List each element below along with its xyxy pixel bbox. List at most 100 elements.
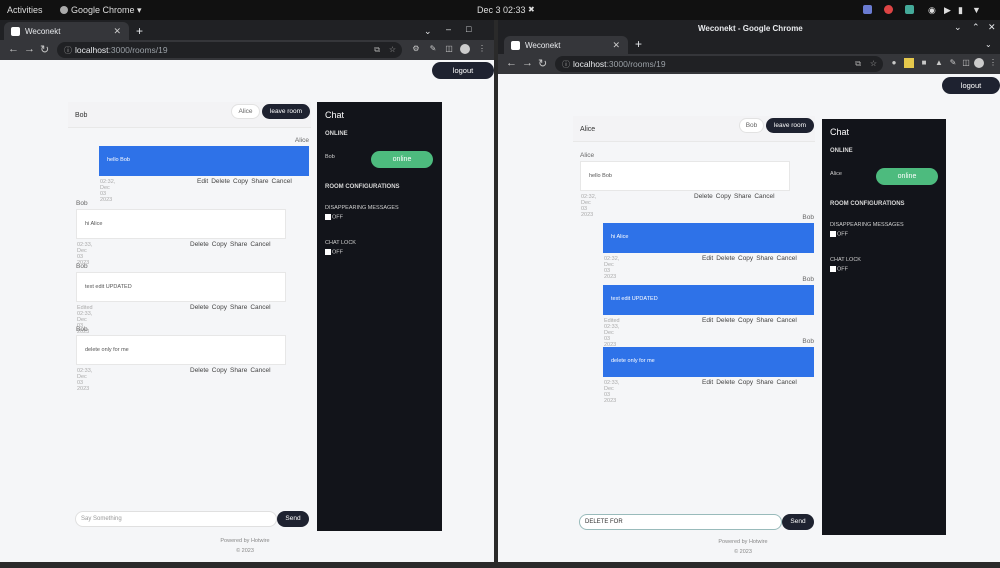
message-bubble[interactable]: hi Alice — [603, 223, 814, 253]
cancel-message-button[interactable]: Cancel — [777, 379, 797, 386]
share-message-button[interactable]: Share — [251, 178, 268, 185]
message-bubble[interactable]: text edit UPDATED — [603, 285, 814, 315]
share-message-button[interactable]: Share — [230, 367, 247, 374]
chat-lock-toggle[interactable]: OFF — [325, 249, 343, 255]
cancel-message-button[interactable]: Cancel — [250, 304, 270, 311]
maximize-icon[interactable]: □ — [466, 24, 471, 34]
forward-icon[interactable]: → — [24, 43, 35, 55]
share-icon[interactable]: ⧉ — [374, 45, 380, 55]
edit-message-button[interactable]: Edit — [197, 178, 208, 185]
message-bubble[interactable]: delete only for me — [76, 335, 286, 365]
close-window-icon[interactable]: ✕ — [988, 22, 996, 33]
delete-message-button[interactable]: Delete — [190, 304, 209, 311]
message-bubble[interactable]: hello Bob — [99, 146, 309, 176]
message-bubble[interactable]: delete only for me — [603, 347, 814, 377]
extension-yellow-icon[interactable] — [904, 58, 914, 68]
forward-icon[interactable]: → — [522, 57, 533, 69]
app-menu[interactable]: Google Chrome ▾ — [71, 5, 142, 16]
back-icon[interactable]: ← — [506, 57, 517, 69]
close-tab-icon[interactable]: ✕ — [612, 40, 620, 51]
checkbox[interactable] — [325, 249, 331, 255]
cancel-message-button[interactable]: Cancel — [777, 255, 797, 262]
extension-icon[interactable]: ● — [889, 58, 899, 68]
message-bubble[interactable]: hello Bob — [580, 161, 790, 191]
online-status-button[interactable]: online — [371, 151, 433, 168]
wifi-icon[interactable]: ◉ — [928, 5, 936, 16]
site-info-icon[interactable]: ⓘ — [562, 59, 570, 70]
delete-message-button[interactable]: Delete — [211, 178, 230, 185]
leave-room-button[interactable]: leave room — [766, 118, 814, 133]
copy-message-button[interactable]: Copy — [212, 304, 227, 311]
copy-message-button[interactable]: Copy — [738, 255, 753, 262]
edit-message-button[interactable]: Edit — [702, 379, 713, 386]
bookmark-star-icon[interactable]: ☆ — [389, 45, 396, 54]
tab-weconekt[interactable]: Weconekt ✕ — [504, 36, 628, 54]
extension-icon[interactable]: ■ — [919, 58, 929, 68]
copy-message-button[interactable]: Copy — [738, 379, 753, 386]
delete-message-button[interactable]: Delete — [716, 379, 735, 386]
profile-avatar[interactable] — [974, 58, 984, 68]
copy-message-button[interactable]: Copy — [212, 367, 227, 374]
cancel-message-button[interactable]: Cancel — [754, 193, 774, 200]
message-input[interactable]: Say Something — [75, 511, 277, 527]
power-menu-icon[interactable]: ▼ — [972, 5, 981, 15]
side-panel-icon[interactable]: ◫ — [444, 44, 454, 54]
checkbox[interactable] — [830, 231, 836, 237]
tab-search-icon[interactable]: ⌄ — [424, 26, 432, 37]
reload-icon[interactable]: ↻ — [538, 57, 547, 70]
user-bob-button[interactable]: Bob — [739, 118, 764, 133]
delete-message-button[interactable]: Delete — [190, 241, 209, 248]
share-icon[interactable]: ⧉ — [855, 59, 861, 69]
reload-icon[interactable]: ↻ — [40, 43, 49, 56]
leave-room-button[interactable]: leave room — [262, 104, 310, 119]
address-bar[interactable]: ⓘ localhost:3000/rooms/19 ⧉ ☆ — [555, 56, 883, 72]
delete-message-button[interactable]: Delete — [716, 317, 735, 324]
copy-message-button[interactable]: Copy — [738, 317, 753, 324]
maximize-icon[interactable]: ⌃ — [972, 22, 980, 33]
share-message-button[interactable]: Share — [756, 317, 773, 324]
share-message-button[interactable]: Share — [756, 379, 773, 386]
copy-message-button[interactable]: Copy — [212, 241, 227, 248]
delete-message-button[interactable]: Delete — [190, 367, 209, 374]
chrome-menu-icon[interactable]: ⋮ — [477, 44, 487, 54]
minimize-icon[interactable]: ⌄ — [954, 22, 962, 33]
side-panel-icon[interactable]: ◫ — [961, 58, 971, 68]
share-message-button[interactable]: Share — [756, 255, 773, 262]
disappearing-toggle[interactable]: OFF — [325, 214, 343, 220]
cancel-message-button[interactable]: Cancel — [777, 317, 797, 324]
cancel-message-button[interactable]: Cancel — [272, 178, 292, 185]
volume-icon[interactable]: ▶ — [944, 5, 951, 16]
tab-search-icon[interactable]: ⌄ — [985, 40, 992, 49]
delete-message-button[interactable]: Delete — [694, 193, 713, 200]
chat-lock-toggle[interactable]: OFF — [830, 266, 848, 272]
extensions-puzzle-icon[interactable]: ✎ — [428, 44, 438, 54]
clock[interactable]: Dec 3 02:33 — [477, 5, 526, 15]
send-button[interactable]: Send — [782, 514, 814, 530]
message-bubble[interactable]: hi Alice — [76, 209, 286, 239]
edit-message-button[interactable]: Edit — [702, 255, 713, 262]
share-message-button[interactable]: Share — [230, 241, 247, 248]
disappearing-toggle[interactable]: OFF — [830, 231, 848, 237]
share-message-button[interactable]: Share — [230, 304, 247, 311]
site-info-icon[interactable]: ⓘ — [64, 45, 72, 56]
extension-icon[interactable]: ▲ — [934, 58, 944, 68]
battery-icon[interactable]: ▮ — [958, 5, 963, 16]
copy-message-button[interactable]: Copy — [233, 178, 248, 185]
extension-icon[interactable]: ⚙ — [411, 44, 421, 54]
tab-weconekt[interactable]: Weconekt ✕ — [4, 22, 129, 42]
back-icon[interactable]: ← — [8, 43, 19, 55]
bookmark-star-icon[interactable]: ☆ — [870, 59, 877, 68]
activities-button[interactable]: Activities — [7, 5, 43, 15]
record-tray-icon[interactable] — [884, 5, 893, 14]
checkbox[interactable] — [325, 214, 331, 220]
cancel-message-button[interactable]: Cancel — [250, 367, 270, 374]
profile-avatar[interactable] — [460, 44, 470, 54]
address-bar[interactable]: ⓘ localhost:3000/rooms/19 ⧉ ☆ — [57, 42, 402, 58]
copy-message-button[interactable]: Copy — [716, 193, 731, 200]
extension-tray-icon[interactable] — [863, 5, 872, 14]
extensions-puzzle-icon[interactable]: ✎ — [948, 58, 958, 68]
sync-tray-icon[interactable] — [905, 5, 914, 14]
send-button[interactable]: Send — [277, 511, 309, 527]
logout-button[interactable]: logout — [432, 62, 494, 79]
online-status-button[interactable]: online — [876, 168, 938, 185]
